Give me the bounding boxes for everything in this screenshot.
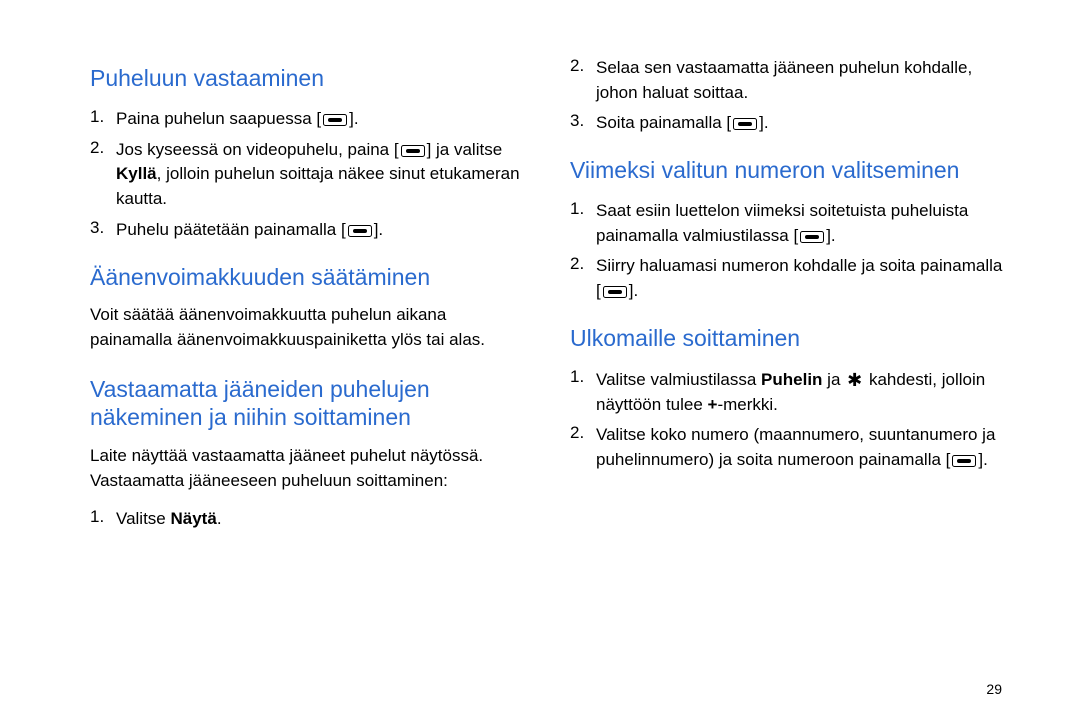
list-item-text: Jos kyseessä on videopuhelu, paina [] ja…	[116, 138, 530, 212]
list-item-number: 3.	[570, 111, 596, 131]
list-item-text: Saat esiin luettelon viimeksi soitetuist…	[596, 199, 1010, 248]
right-column: 2.Selaa sen vastaamatta jääneen puhelun …	[570, 50, 1010, 691]
page-number: 29	[986, 681, 1002, 697]
answering-steps: 1.Paina puhelun saapuessa [].2.Jos kysee…	[90, 101, 530, 249]
list-item: 1.Valitse valmiustilassa Puhelin ja ✱ ka…	[570, 367, 1010, 418]
list-item-number: 3.	[90, 218, 116, 238]
section-heading-missed: Vastaamatta jääneiden puhelujen näkemine…	[90, 375, 530, 433]
missed-steps-cont: 2.Selaa sen vastaamatta jääneen puhelun …	[570, 50, 1010, 142]
list-item-number: 2.	[570, 254, 596, 274]
call-key-icon	[348, 218, 372, 243]
intl-steps: 1.Valitse valmiustilassa Puhelin ja ✱ ka…	[570, 361, 1010, 479]
list-item-text: Valitse koko numero (maannumero, suuntan…	[596, 423, 1010, 472]
list-item: 2.Jos kyseessä on videopuhelu, paina [] …	[90, 138, 530, 212]
list-item: 3.Soita painamalla [].	[570, 111, 1010, 136]
list-item: 2.Valitse koko numero (maannumero, suunt…	[570, 423, 1010, 472]
list-item-number: 1.	[90, 107, 116, 127]
list-item: 1.Saat esiin luettelon viimeksi soitetui…	[570, 199, 1010, 248]
list-item-text: Siirry haluamasi numeron kohdalle ja soi…	[596, 254, 1010, 303]
list-item: 1.Paina puhelun saapuessa [].	[90, 107, 530, 132]
list-item-text: Valitse Näytä.	[116, 507, 222, 532]
list-item-number: 1.	[90, 507, 116, 527]
list-item: 3.Puhelu päätetään painamalla [].	[90, 218, 530, 243]
list-item-number: 2.	[570, 56, 596, 76]
manual-page: Puheluun vastaaminen 1.Paina puhelun saa…	[0, 0, 1080, 721]
section-heading-answering: Puheluun vastaaminen	[90, 64, 530, 93]
call-key-icon	[733, 111, 757, 136]
list-item: 2.Siirry haluamasi numeron kohdalle ja s…	[570, 254, 1010, 303]
list-item-number: 2.	[90, 138, 116, 158]
list-item-text: Selaa sen vastaamatta jääneen puhelun ko…	[596, 56, 1010, 105]
list-item-text: Soita painamalla [].	[596, 111, 769, 136]
star-key-icon: ✱	[847, 367, 862, 393]
list-item: 1.Valitse Näytä.	[90, 507, 530, 532]
volume-body: Voit säätää äänenvoimakkuutta puhelun ai…	[90, 303, 530, 352]
list-item-text: Puhelu päätetään painamalla [].	[116, 218, 383, 243]
missed-body: Laite näyttää vastaamatta jääneet puhelu…	[90, 444, 530, 493]
list-item: 2.Selaa sen vastaamatta jääneen puhelun …	[570, 56, 1010, 105]
list-item-text: Paina puhelun saapuessa [].	[116, 107, 359, 132]
lastdial-steps: 1.Saat esiin luettelon viimeksi soitetui…	[570, 193, 1010, 310]
missed-steps: 1.Valitse Näytä.	[90, 501, 530, 538]
list-item-number: 2.	[570, 423, 596, 443]
list-item-text: Valitse valmiustilassa Puhelin ja ✱ kahd…	[596, 367, 1010, 418]
call-key-icon	[401, 138, 425, 163]
section-heading-lastdial: Viimeksi valitun numeron valitseminen	[570, 156, 1010, 185]
list-item-number: 1.	[570, 199, 596, 219]
call-key-icon	[323, 107, 347, 132]
call-key-icon	[952, 448, 976, 473]
section-heading-volume: Äänenvoimakkuuden säätäminen	[90, 263, 530, 292]
left-column: Puheluun vastaaminen 1.Paina puhelun saa…	[90, 50, 530, 691]
call-key-icon	[603, 279, 627, 304]
call-key-icon	[800, 224, 824, 249]
section-heading-intl: Ulkomaille soittaminen	[570, 324, 1010, 353]
list-item-number: 1.	[570, 367, 596, 387]
